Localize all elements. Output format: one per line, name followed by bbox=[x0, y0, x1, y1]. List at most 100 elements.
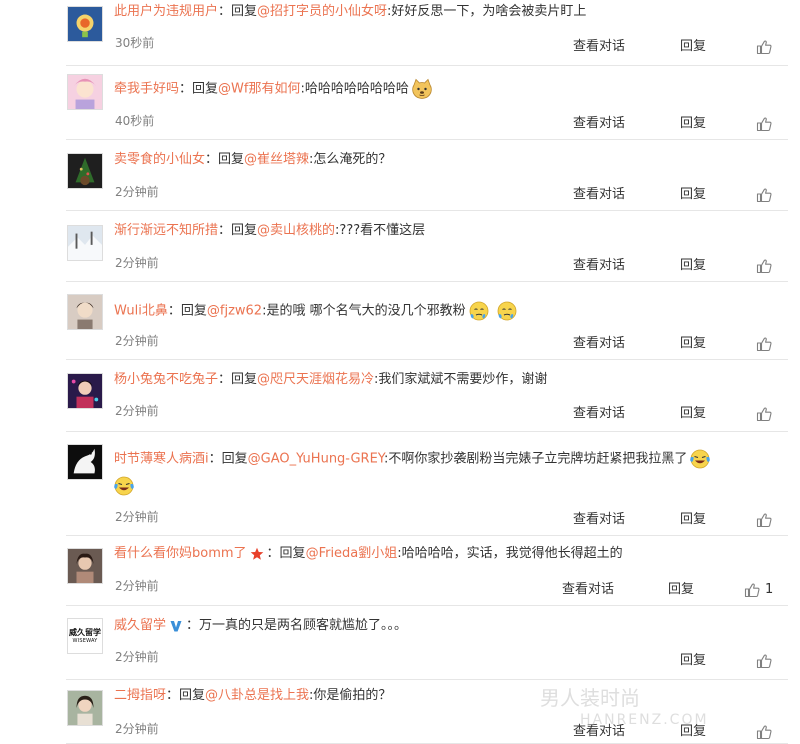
comment-item: 此用户为违规用户：回复@招打字员的小仙女呀:好好反思一下，为啥会被卖片盯上 30… bbox=[0, 0, 800, 66]
avatar[interactable] bbox=[67, 294, 103, 330]
comment-item: 看什么看你妈bomm了 ：回复@Frieda劉小姐:哈哈哈哈，实话，我觉得他长得超… bbox=[0, 536, 800, 606]
comment-username[interactable]: 杨小兔兔不吃兔子 bbox=[114, 372, 218, 387]
thumbs-up-icon[interactable] bbox=[756, 258, 772, 274]
comment-item: 渐行渐远不知所措：回复@卖山核桃的:???看不懂这层 2分钟前 查看对话 回复 bbox=[0, 211, 800, 282]
avatar[interactable] bbox=[67, 373, 103, 409]
reply-link[interactable]: 回复 bbox=[668, 581, 694, 599]
sweat-emoji-icon bbox=[496, 300, 518, 322]
reply-prefix: ：回复 bbox=[179, 81, 219, 97]
reply-prefix: ： bbox=[186, 618, 200, 633]
comment-text: 万一真的只是两名顾客就尴尬了。。。 bbox=[199, 618, 408, 633]
comment-item: 威久留学 WISEWAY 威久留学 ：万一真的只是两名顾客就尴尬了。。。 2分钟前… bbox=[0, 606, 800, 680]
reply-prefix: ：回复 bbox=[218, 372, 258, 387]
reply-prefix: ：回复 bbox=[266, 546, 306, 561]
view-dialog-link[interactable]: 查看对话 bbox=[573, 38, 625, 56]
view-dialog-link[interactable]: 查看对话 bbox=[562, 581, 614, 599]
view-dialog-link[interactable]: 查看对话 bbox=[573, 186, 625, 204]
mention-link[interactable]: @八卦总是找上我 bbox=[205, 688, 309, 703]
avatar-brand-text: 威久留学 bbox=[69, 628, 101, 637]
view-dialog-link[interactable]: 查看对话 bbox=[573, 511, 625, 529]
thumbs-up-icon[interactable] bbox=[756, 336, 772, 352]
mention-link[interactable]: @招打字员的小仙女呀 bbox=[257, 4, 387, 19]
thumbs-up-icon[interactable] bbox=[756, 406, 772, 422]
reply-link[interactable]: 回复 bbox=[680, 405, 706, 423]
reply-prefix: ：回复 bbox=[166, 688, 206, 703]
avatar[interactable] bbox=[67, 153, 103, 189]
like-count: 1 bbox=[765, 582, 774, 597]
comment-item: 牵我手好吗：回复@Wf那有如何:哈哈哈哈哈哈哈哈 40秒前 查看对话 回复 bbox=[0, 66, 800, 140]
doge-emoji-icon bbox=[411, 78, 433, 100]
comment-text: :不啊你家抄袭剧粉当完婊子立完牌坊赶紧把我拉黑了 bbox=[384, 451, 688, 467]
comment-username[interactable]: 时节薄寒人病酒i bbox=[114, 452, 209, 467]
comment-text: :是的哦 哪个名气大的没几个邪教粉 bbox=[262, 303, 466, 319]
reply-link[interactable]: 回复 bbox=[680, 186, 706, 204]
reply-link[interactable]: 回复 bbox=[680, 511, 706, 529]
mention-link[interactable]: @崔丝塔辣 bbox=[244, 152, 309, 167]
comment-time: 2分钟前 bbox=[115, 256, 159, 270]
thumbs-up-icon[interactable] bbox=[756, 724, 772, 740]
comment-text: :你是偷拍的？ bbox=[309, 688, 392, 703]
thumbs-up-icon[interactable] bbox=[756, 653, 772, 669]
avatar[interactable] bbox=[67, 74, 103, 110]
comment-username[interactable]: 威久留学 bbox=[114, 618, 166, 633]
view-dialog-link[interactable]: 查看对话 bbox=[573, 335, 625, 353]
comment-username[interactable]: 二拇指呀 bbox=[114, 688, 166, 703]
comment-item: 杨小兔兔不吃兔子：回复@咫尺天涯烟花易冷:我们家斌斌不需要炒作，谢谢 2分钟前 … bbox=[0, 360, 800, 432]
comment-text: :我们家斌斌不需要炒作，谢谢 bbox=[374, 372, 548, 387]
mention-link[interactable]: @Wf那有如何 bbox=[218, 82, 300, 97]
comment-time: 30秒前 bbox=[115, 36, 155, 50]
thumbs-up-icon[interactable] bbox=[756, 187, 772, 203]
laugh-cry-emoji-icon bbox=[689, 448, 711, 470]
reply-link[interactable]: 回复 bbox=[680, 257, 706, 275]
thumbs-up-icon[interactable] bbox=[756, 116, 772, 132]
comment-time: 2分钟前 bbox=[115, 510, 159, 524]
comment-item: 时节薄寒人病酒i：回复@GAO_YuHung-GREY:不啊你家抄袭剧粉当完婊子… bbox=[0, 432, 800, 536]
avatar[interactable] bbox=[67, 6, 103, 42]
view-dialog-link[interactable]: 查看对话 bbox=[573, 405, 625, 423]
red-star-icon bbox=[250, 547, 264, 561]
thumbs-up-icon[interactable] bbox=[756, 39, 772, 55]
comment-username[interactable]: 牵我手好吗 bbox=[114, 82, 179, 97]
mention-link[interactable]: @Frieda劉小姐 bbox=[306, 546, 398, 561]
view-dialog-link[interactable]: 查看对话 bbox=[573, 723, 625, 741]
mention-link[interactable]: @fjzw62 bbox=[207, 304, 262, 319]
reply-prefix: ：回复 bbox=[208, 451, 248, 467]
comment-time: 2分钟前 bbox=[115, 579, 159, 593]
mention-link[interactable]: @咫尺天涯烟花易冷 bbox=[257, 372, 374, 387]
thumbs-up-icon[interactable] bbox=[756, 512, 772, 528]
comment-item: 二拇指呀：回复@八卦总是找上我:你是偷拍的？ 2分钟前 查看对话 回复 bbox=[0, 680, 800, 744]
comment-time: 2分钟前 bbox=[115, 404, 159, 418]
avatar[interactable] bbox=[67, 548, 103, 584]
comment-username[interactable]: 渐行渐远不知所措 bbox=[114, 223, 218, 238]
reply-prefix: ：回复 bbox=[205, 152, 245, 167]
reply-link[interactable]: 回复 bbox=[680, 38, 706, 56]
mention-link[interactable]: @GAO_YuHung-GREY bbox=[248, 452, 384, 467]
comment-username[interactable]: 卖零食的小仙女 bbox=[114, 152, 205, 167]
view-dialog-link[interactable]: 查看对话 bbox=[573, 115, 625, 133]
comment-text: :???看不懂这层 bbox=[335, 223, 426, 238]
mention-link[interactable]: @卖山核桃的 bbox=[257, 223, 335, 238]
comment-text: :哈哈哈哈，实话，我觉得他长得超土的 bbox=[397, 546, 623, 561]
thumbs-up-icon[interactable] bbox=[744, 582, 760, 598]
view-dialog-link[interactable]: 查看对话 bbox=[573, 257, 625, 275]
avatar-brand-subtext: WISEWAY bbox=[72, 638, 98, 644]
sweat-emoji-icon bbox=[468, 300, 490, 322]
comment-time: 2分钟前 bbox=[115, 334, 159, 348]
avatar[interactable] bbox=[67, 690, 103, 726]
comment-username[interactable]: 看什么看你妈bomm了 bbox=[114, 546, 247, 561]
comment-text: :怎么淹死的？ bbox=[309, 152, 392, 167]
reply-prefix: ：回复 bbox=[218, 4, 258, 19]
comment-username[interactable]: 此用户为违规用户 bbox=[114, 4, 218, 19]
reply-link[interactable]: 回复 bbox=[680, 335, 706, 353]
reply-link[interactable]: 回复 bbox=[680, 115, 706, 133]
avatar[interactable]: 威久留学 WISEWAY bbox=[67, 618, 103, 654]
avatar[interactable] bbox=[67, 444, 103, 480]
reply-link[interactable]: 回复 bbox=[680, 652, 706, 670]
comment-time: 2分钟前 bbox=[115, 722, 159, 736]
avatar[interactable] bbox=[67, 225, 103, 261]
comment-time: 40秒前 bbox=[115, 114, 155, 128]
reply-link[interactable]: 回复 bbox=[680, 723, 706, 741]
verified-v-icon bbox=[169, 619, 183, 633]
comment-item: Wuli北鼻：回复@fjzw62:是的哦 哪个名气大的没几个邪教粉 2分钟前 查… bbox=[0, 282, 800, 360]
comment-username[interactable]: Wuli北鼻 bbox=[114, 304, 168, 319]
